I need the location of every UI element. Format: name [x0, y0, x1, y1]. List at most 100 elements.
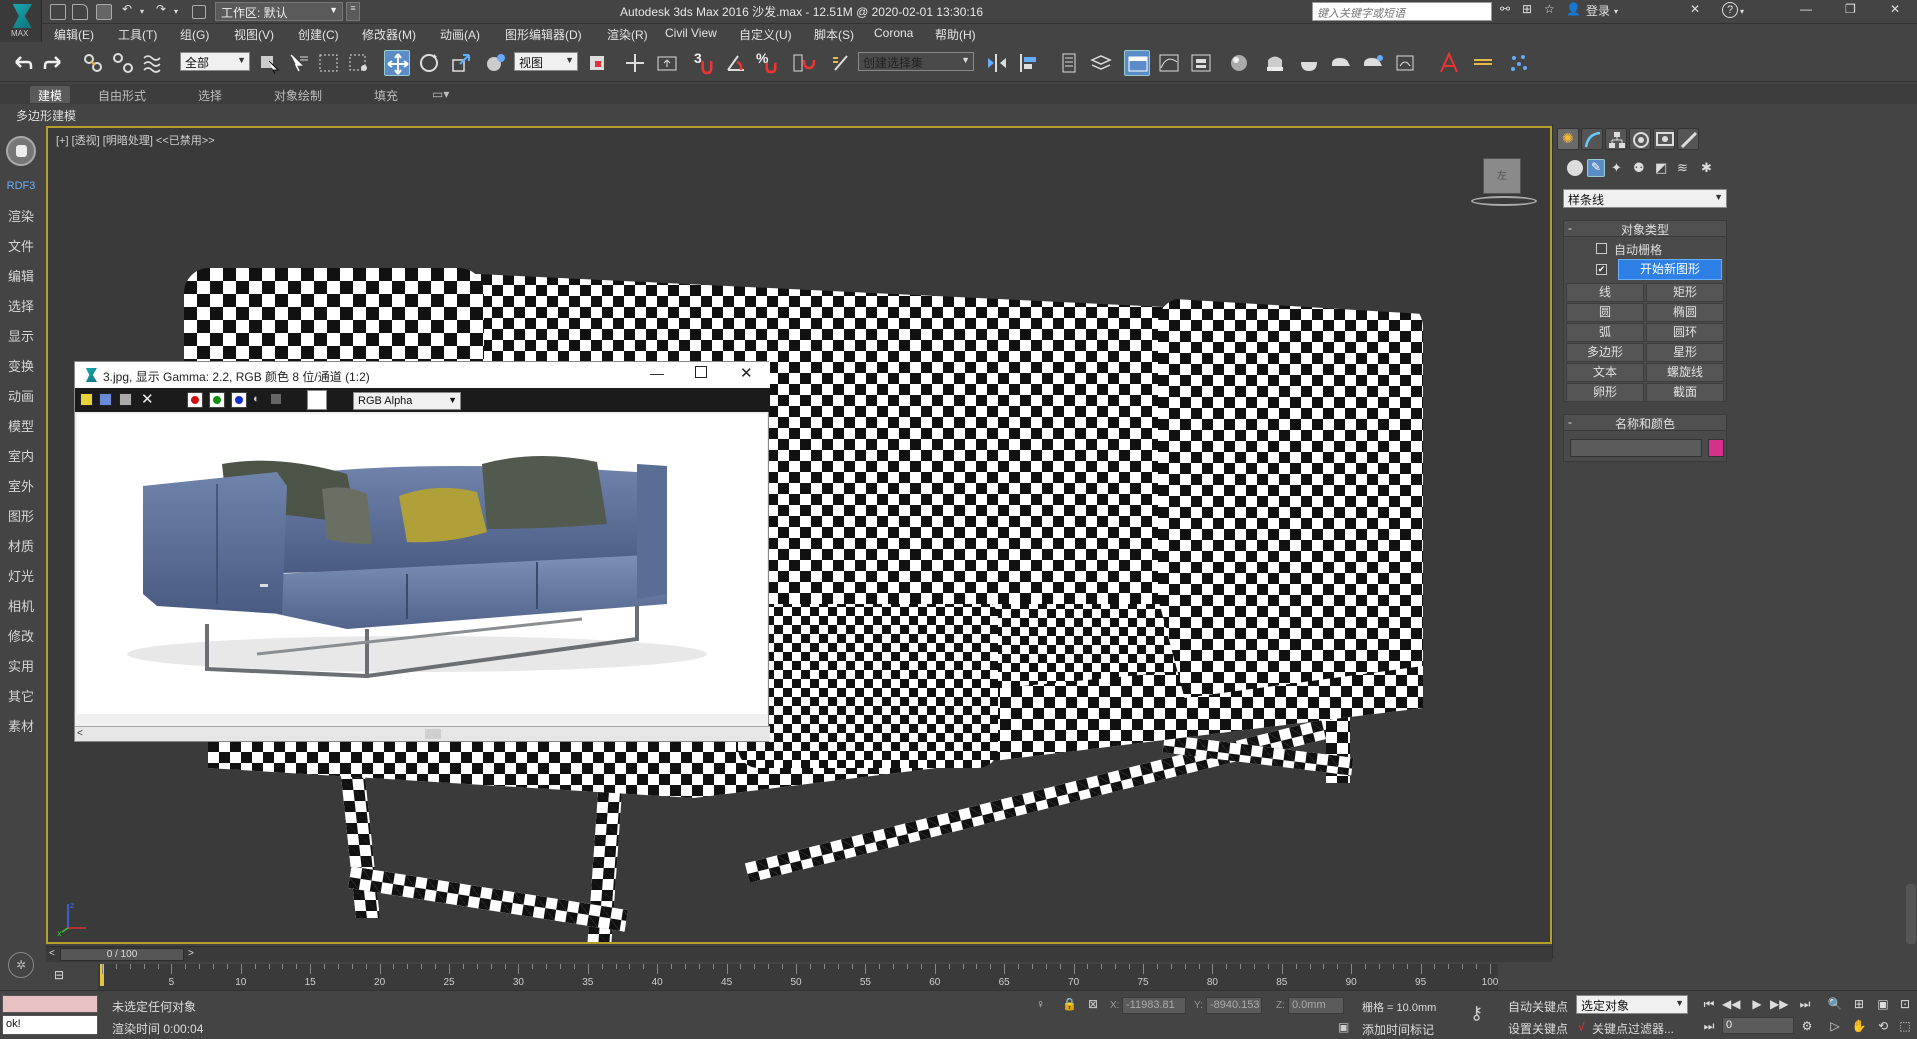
time-next-icon[interactable]: > [188, 948, 194, 959]
mirror-icon[interactable] [984, 50, 1010, 76]
tab-selection[interactable]: 选择 [190, 86, 230, 103]
project-folder-icon[interactable] [192, 5, 206, 19]
leftbar-assets[interactable]: 素材 [0, 716, 42, 735]
channel-dropdown[interactable]: RGB Alpha ▼ [353, 392, 461, 410]
restore-icon[interactable]: ❐ [1845, 2, 1856, 16]
frame-maximize-icon[interactable] [695, 366, 707, 378]
select-rotate-icon[interactable] [416, 50, 442, 76]
menu-help[interactable]: 帮助(H) [935, 26, 976, 43]
shape-donut-button[interactable]: 圆环 [1646, 323, 1724, 342]
render-activeshade-icon[interactable] [1392, 50, 1418, 76]
menu-edit[interactable]: 编辑(E) [54, 26, 94, 43]
goto-start-icon[interactable]: ⏮ [1700, 995, 1718, 1013]
leftbar-modify[interactable]: 修改 [0, 626, 42, 645]
help-dropdown-icon[interactable]: ▾ [1740, 7, 1744, 16]
geometry-icon[interactable] [1567, 160, 1583, 176]
add-time-tag[interactable]: 添加时间标记 [1362, 1021, 1434, 1038]
shape-rectangle-button[interactable]: 矩形 [1646, 283, 1724, 302]
red-channel-toggle[interactable] [187, 392, 203, 408]
category-dropdown[interactable]: 样条线 ▼ [1563, 189, 1727, 208]
select-object-icon[interactable] [256, 50, 282, 76]
z-coordinate-field[interactable]: 0.0mm [1288, 997, 1344, 1014]
spinner-snap-icon[interactable] [790, 50, 816, 76]
viewcube-face-left[interactable]: 左 [1483, 158, 1521, 194]
clone-frame-icon[interactable] [99, 393, 112, 406]
systems-icon[interactable]: ✱ [1701, 160, 1712, 176]
subscription-icon[interactable]: ⊞ [1522, 2, 1532, 16]
mono-toggle-icon[interactable] [271, 394, 281, 404]
leftbar-shapes[interactable]: 图形 [0, 506, 42, 525]
select-place-icon[interactable] [482, 50, 508, 76]
shape-ellipse-button[interactable]: 椭圆 [1646, 303, 1724, 322]
leftbar-animation[interactable]: 动画 [0, 386, 42, 405]
save-icon[interactable] [96, 4, 112, 20]
angle-snap-icon[interactable] [724, 50, 750, 76]
settings-gear-icon[interactable]: ✲ [8, 952, 34, 978]
leftbar-exterior[interactable]: 室外 [0, 476, 42, 495]
leftbar-file[interactable]: 文件 [0, 236, 42, 255]
leftbar-transform[interactable]: 变换 [0, 356, 42, 375]
track-bar-ruler[interactable]: 5 10 15 20 25 30 35 40 45 50 55 60 65 70 75 80 85 90 95 100 [98, 964, 1498, 990]
set-key-icon[interactable]: ⚷ [1470, 1003, 1483, 1024]
leftbar-edit[interactable]: 编辑 [0, 266, 42, 285]
auto-key-button[interactable]: 自动关键点 [1508, 998, 1568, 1015]
select-manipulate-icon[interactable] [622, 50, 648, 76]
ribbon-options-icon[interactable]: ▭▾ [428, 86, 453, 103]
blue-channel-toggle[interactable] [231, 392, 247, 408]
shape-star-button[interactable]: 星形 [1646, 343, 1724, 362]
menu-views[interactable]: 视图(V) [234, 26, 274, 43]
time-slider[interactable]: < 0 / 100 > [46, 946, 1552, 962]
tab-object-paint[interactable]: 对象绘制 [266, 86, 330, 103]
leftbar-material[interactable]: 材质 [0, 536, 42, 555]
user-icon[interactable]: 👤 [1566, 2, 1581, 16]
zoom-extents-all-icon[interactable]: ⊡ [1896, 995, 1914, 1013]
previous-frame-icon[interactable]: ◀◀ [1722, 995, 1740, 1013]
pan-view-icon[interactable]: ✋ [1850, 1017, 1868, 1035]
zoom-extents-icon[interactable]: ▣ [1874, 995, 1892, 1013]
scroll-thumb[interactable] [425, 729, 441, 739]
redo-icon[interactable] [40, 50, 66, 76]
green-channel-toggle[interactable] [209, 392, 225, 408]
shape-arc-button[interactable]: 弧 [1566, 323, 1644, 342]
binoculars-icon[interactable]: ⚯ [1500, 2, 1510, 16]
mini-curve-editor-icon[interactable]: ⊟ [54, 968, 78, 986]
play-icon[interactable]: ▶ [1748, 995, 1766, 1013]
maxscript-output[interactable]: ok! [2, 1015, 98, 1035]
search-input[interactable]: 键入关键字或短语 [1312, 2, 1492, 21]
time-prev-icon[interactable]: < [49, 948, 55, 959]
pivot-center-icon[interactable] [586, 50, 612, 76]
rendered-frame-window[interactable]: 3.jpg, 显示 Gamma: 2.2, RGB 颜色 8 位/通道 (1:2… [74, 361, 770, 742]
named-selection-dropdown[interactable]: 创建选择集 ▼ [858, 52, 974, 71]
goto-end-icon[interactable]: ⏭ [1796, 995, 1814, 1013]
select-scale-icon[interactable] [448, 50, 474, 76]
corona-lister-icon[interactable] [1470, 50, 1496, 76]
shape-line-button[interactable]: 线 [1566, 283, 1644, 302]
clear-icon[interactable]: ✕ [141, 390, 154, 408]
next-frame-icon[interactable]: ▶▶ [1770, 995, 1788, 1013]
frame-close-icon[interactable]: ✕ [740, 364, 753, 382]
close-icon[interactable]: ✕ [1890, 2, 1900, 16]
y-coordinate-field[interactable]: -8940.153 [1206, 997, 1262, 1014]
tab-freeform[interactable]: 自由形式 [90, 86, 154, 103]
tab-populate[interactable]: 填充 [366, 86, 406, 103]
object-name-input[interactable] [1570, 439, 1702, 457]
layer-explorer-icon[interactable] [1088, 50, 1114, 76]
toggle-ribbon-icon[interactable] [1124, 50, 1150, 76]
material-editor-icon[interactable] [1226, 50, 1252, 76]
schematic-view-icon[interactable] [1188, 50, 1214, 76]
viewcube[interactable]: 左 [1461, 158, 1537, 206]
menu-group[interactable]: 组(G) [180, 26, 209, 43]
print-image-icon[interactable] [119, 393, 132, 406]
new-file-icon[interactable] [50, 4, 66, 20]
orbit-icon[interactable]: ⟲ [1874, 1017, 1892, 1035]
login-dropdown-icon[interactable]: ▾ [1614, 7, 1618, 16]
bind-spacewarp-icon[interactable] [140, 50, 166, 76]
maximize-viewport-icon[interactable]: ⬚ [1896, 1017, 1914, 1035]
menu-modifiers[interactable]: 修改器(M) [362, 26, 416, 43]
shape-section-button[interactable]: 截面 [1646, 383, 1724, 402]
start-new-shape-button[interactable]: 开始新图形 [1618, 259, 1722, 280]
time-config-icon[interactable]: ⚙ [1798, 1017, 1816, 1035]
shape-ngon-button[interactable]: 多边形 [1566, 343, 1644, 362]
undo-icon[interactable] [10, 50, 36, 76]
scroll-left-icon[interactable]: < [77, 728, 83, 739]
